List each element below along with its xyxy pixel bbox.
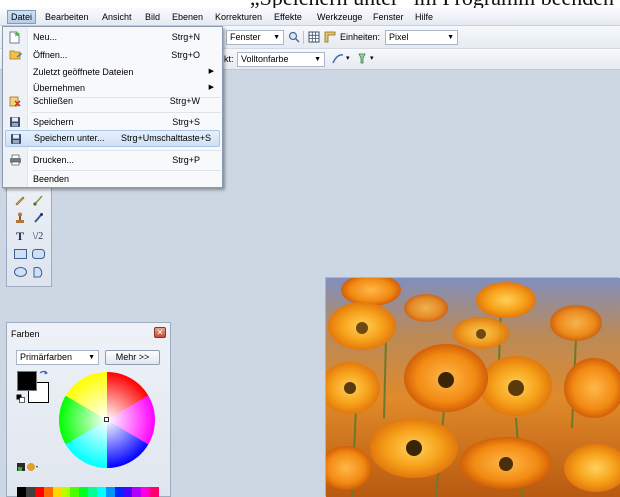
units-select-value: Pixel — [389, 32, 409, 42]
menu-item-shortcut: Strg+P — [172, 155, 200, 165]
pencil-icon[interactable] — [12, 192, 28, 208]
menu-item-print[interactable]: Drucken... Strg+P — [5, 152, 220, 169]
ruler-icon[interactable] — [323, 30, 337, 44]
chevron-down-icon: ▼ — [273, 34, 280, 41]
menu-datei[interactable]: Datei — [7, 10, 37, 24]
freeform-tool-icon[interactable] — [30, 264, 46, 280]
menu-effekte[interactable]: Effekte — [271, 10, 305, 24]
rectangle-tool-icon[interactable] — [12, 246, 28, 262]
reset-colors-icon[interactable] — [15, 393, 25, 403]
menu-ansicht[interactable]: Ansicht — [99, 10, 135, 24]
chevron-down-icon[interactable]: ▾ — [370, 54, 374, 62]
rounded-rectangle-tool-icon[interactable] — [30, 246, 46, 262]
colors-panel: Farben ✕ Primärfarben ▼ Mehr >> — [6, 322, 171, 497]
menu-separator — [31, 150, 221, 151]
palette-options-icon[interactable] — [16, 461, 40, 473]
toolbar-separator — [303, 31, 304, 44]
menu-korrekturen[interactable]: Korrekturen — [212, 10, 265, 24]
zoom-select[interactable]: Fenster ▼ — [226, 30, 284, 45]
chevron-down-icon[interactable]: ▾ — [346, 54, 350, 62]
printer-icon — [8, 153, 22, 167]
units-label: Einheiten: — [340, 32, 381, 42]
save-as-icon — [9, 132, 23, 146]
menu-item-label: Speichern unter... — [34, 133, 105, 143]
menu-item-shortcut: Strg+W — [169, 96, 200, 106]
antialiasing-icon[interactable] — [331, 52, 345, 66]
menu-item-label: Zuletzt geöffnete Dateien — [33, 67, 134, 77]
primary-color-swatch[interactable] — [17, 371, 37, 391]
palette-swatches[interactable] — [17, 487, 159, 497]
menu-bearbeiten[interactable]: Bearbeiten — [42, 10, 92, 24]
clone-stamp-icon[interactable] — [12, 210, 28, 226]
colors-panel-title: Farben — [11, 329, 40, 339]
menu-separator — [31, 112, 221, 113]
fill-label: kt: — [224, 54, 234, 64]
menu-item-shortcut: Strg+N — [171, 32, 200, 42]
menu-item-label: Übernehmen — [33, 83, 86, 93]
page-caption: „Speichern unter“ im Programm beenden — [0, 0, 620, 8]
close-icon[interactable]: ✕ — [154, 327, 166, 338]
menu-fenster[interactable]: Fenster — [370, 10, 407, 24]
menu-item-save-as[interactable]: Speichern unter... Strg+Umschalttaste+S — [5, 130, 220, 147]
grid-icon[interactable] — [307, 30, 321, 44]
menu-item-save[interactable]: Speichern Strg+S — [5, 114, 220, 131]
menu-item-open[interactable]: Öffnen... Strg+O — [5, 47, 220, 64]
menu-item-label: Neu... — [33, 32, 58, 42]
tools-panel: T \/2 — [6, 180, 52, 287]
new-document-icon — [8, 30, 22, 44]
menu-werkzeuge[interactable]: Werkzeuge — [314, 10, 365, 24]
menu-item-label: Drucken... — [33, 155, 75, 165]
menu-bild[interactable]: Bild — [142, 10, 163, 24]
menu-item-label: Öffnen... — [33, 50, 68, 60]
units-select[interactable]: Pixel ▼ — [385, 30, 458, 45]
menu-item-label: Schließen — [33, 96, 74, 106]
zoom-icon[interactable] — [287, 30, 301, 44]
submenu-arrow-icon: ▶ — [208, 68, 214, 75]
chevron-down-icon: ▼ — [447, 34, 454, 41]
recolor-icon[interactable] — [30, 210, 46, 226]
menu-item-recent-files[interactable]: Zuletzt geöffnete Dateien ▶ — [5, 64, 220, 81]
palette-select-value: Primärfarben — [20, 352, 73, 362]
color-wheel[interactable] — [58, 371, 156, 469]
menu-item-label: Speichern — [33, 117, 74, 127]
chevron-down-icon: ▼ — [314, 56, 321, 63]
flower-photo — [326, 278, 620, 497]
submenu-arrow-icon: ▶ — [208, 84, 214, 91]
canvas-image[interactable] — [326, 278, 620, 497]
chevron-down-icon: ▼ — [88, 354, 95, 361]
brush-icon[interactable] — [30, 192, 46, 208]
fill-select[interactable]: Volltonfarbe ▼ — [237, 52, 325, 67]
close-document-icon — [8, 94, 22, 108]
menu-item-label: Beenden — [33, 174, 70, 184]
menu-item-shortcut: Strg+S — [172, 117, 200, 127]
line-tool-icon[interactable]: \/2 — [30, 228, 46, 244]
menu-item-new[interactable]: Neu... Strg+N — [5, 29, 220, 46]
menu-item-shortcut: Strg+O — [171, 50, 200, 60]
fill-select-value: Volltonfarbe — [241, 54, 289, 64]
menu-hilfe[interactable]: Hilfe — [412, 10, 436, 24]
open-folder-icon — [8, 48, 22, 62]
caption-text: „Speichern unter“ im Programm beenden — [250, 0, 614, 8]
menu-item-close[interactable]: Schließen Strg+W — [5, 93, 220, 110]
text-tool-icon[interactable]: T — [12, 228, 28, 244]
menu-ebenen[interactable]: Ebenen — [169, 10, 206, 24]
menu-item-shortcut: Strg+Umschalttaste+S — [120, 133, 211, 143]
save-icon — [8, 115, 22, 129]
menu-item-exit[interactable]: Beenden — [5, 171, 220, 188]
more-button[interactable]: Mehr >> — [105, 350, 160, 365]
zoom-select-value: Fenster — [230, 32, 261, 42]
blend-mode-icon[interactable] — [355, 52, 369, 66]
swap-colors-icon[interactable] — [38, 369, 48, 379]
menu-bar: Datei Bearbeiten Ansicht Bild Ebenen Kor… — [0, 8, 620, 26]
ellipse-tool-icon[interactable] — [12, 264, 28, 280]
file-menu: Neu... Strg+N Öffnen... Strg+O Zuletzt g… — [2, 26, 223, 188]
palette-select[interactable]: Primärfarben ▼ — [16, 350, 99, 365]
